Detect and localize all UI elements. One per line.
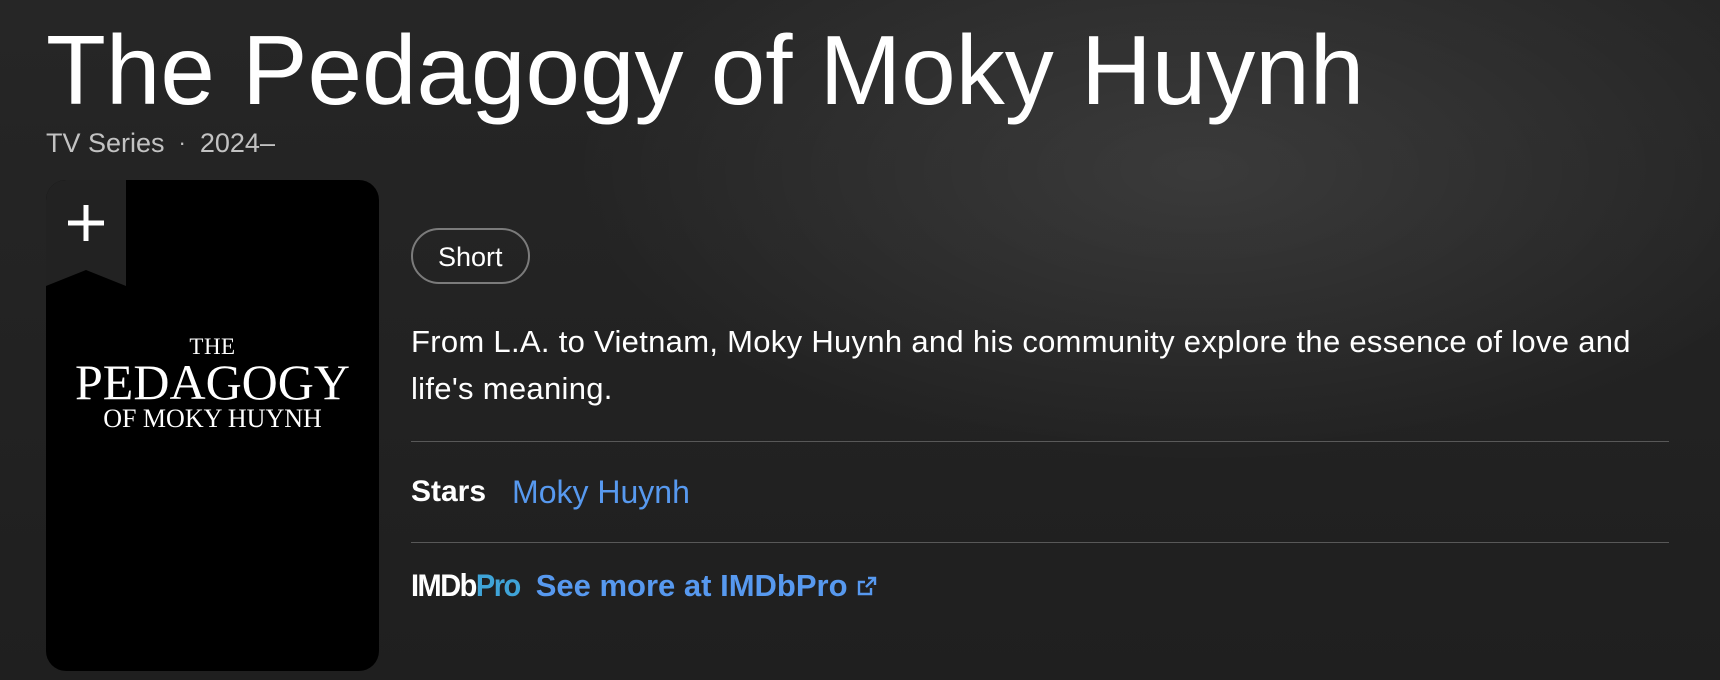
stars-label: Stars — [411, 475, 487, 508]
title-type: TV Series — [46, 128, 165, 158]
poster-line-2: PEDAGOGY — [75, 354, 350, 410]
imdbpro-link-label: See more at IMDbPro — [535, 568, 848, 603]
star-link[interactable]: Moky Huynh — [512, 474, 690, 511]
external-link-icon — [857, 576, 876, 596]
meta-separator: · — [178, 130, 186, 155]
divider — [411, 441, 1669, 442]
imdbpro-logo: IMDbPro — [411, 567, 521, 604]
release-years[interactable]: 2024– — [200, 128, 275, 158]
page-title: The Pedagogy of Moky Huynh — [46, 15, 1365, 125]
imdbpro-logo-pro: Pro — [475, 567, 521, 604]
plot-summary: From L.A. to Vietnam, Moky Huynh and his… — [411, 324, 1631, 406]
poster-title-art: THE PEDAGOGY OF MOKY HUYNH — [46, 335, 379, 433]
imdbpro-logo-imdb: IMDb — [411, 567, 477, 604]
stars-credit-row: Stars Moky Huynh — [411, 468, 690, 516]
poster[interactable]: THE PEDAGOGY OF MOKY HUYNH — [46, 180, 379, 671]
genre-chip-short[interactable]: Short — [411, 228, 530, 284]
divider — [411, 542, 1669, 543]
watchlist-ribbon — [46, 180, 126, 286]
add-to-watchlist-button[interactable] — [46, 180, 126, 286]
imdbpro-link[interactable]: See more at IMDbPro — [536, 568, 878, 604]
title-meta: TV Series · 2024– — [46, 126, 275, 160]
imdbpro-row: IMDbPro See more at IMDbPro — [411, 562, 878, 610]
